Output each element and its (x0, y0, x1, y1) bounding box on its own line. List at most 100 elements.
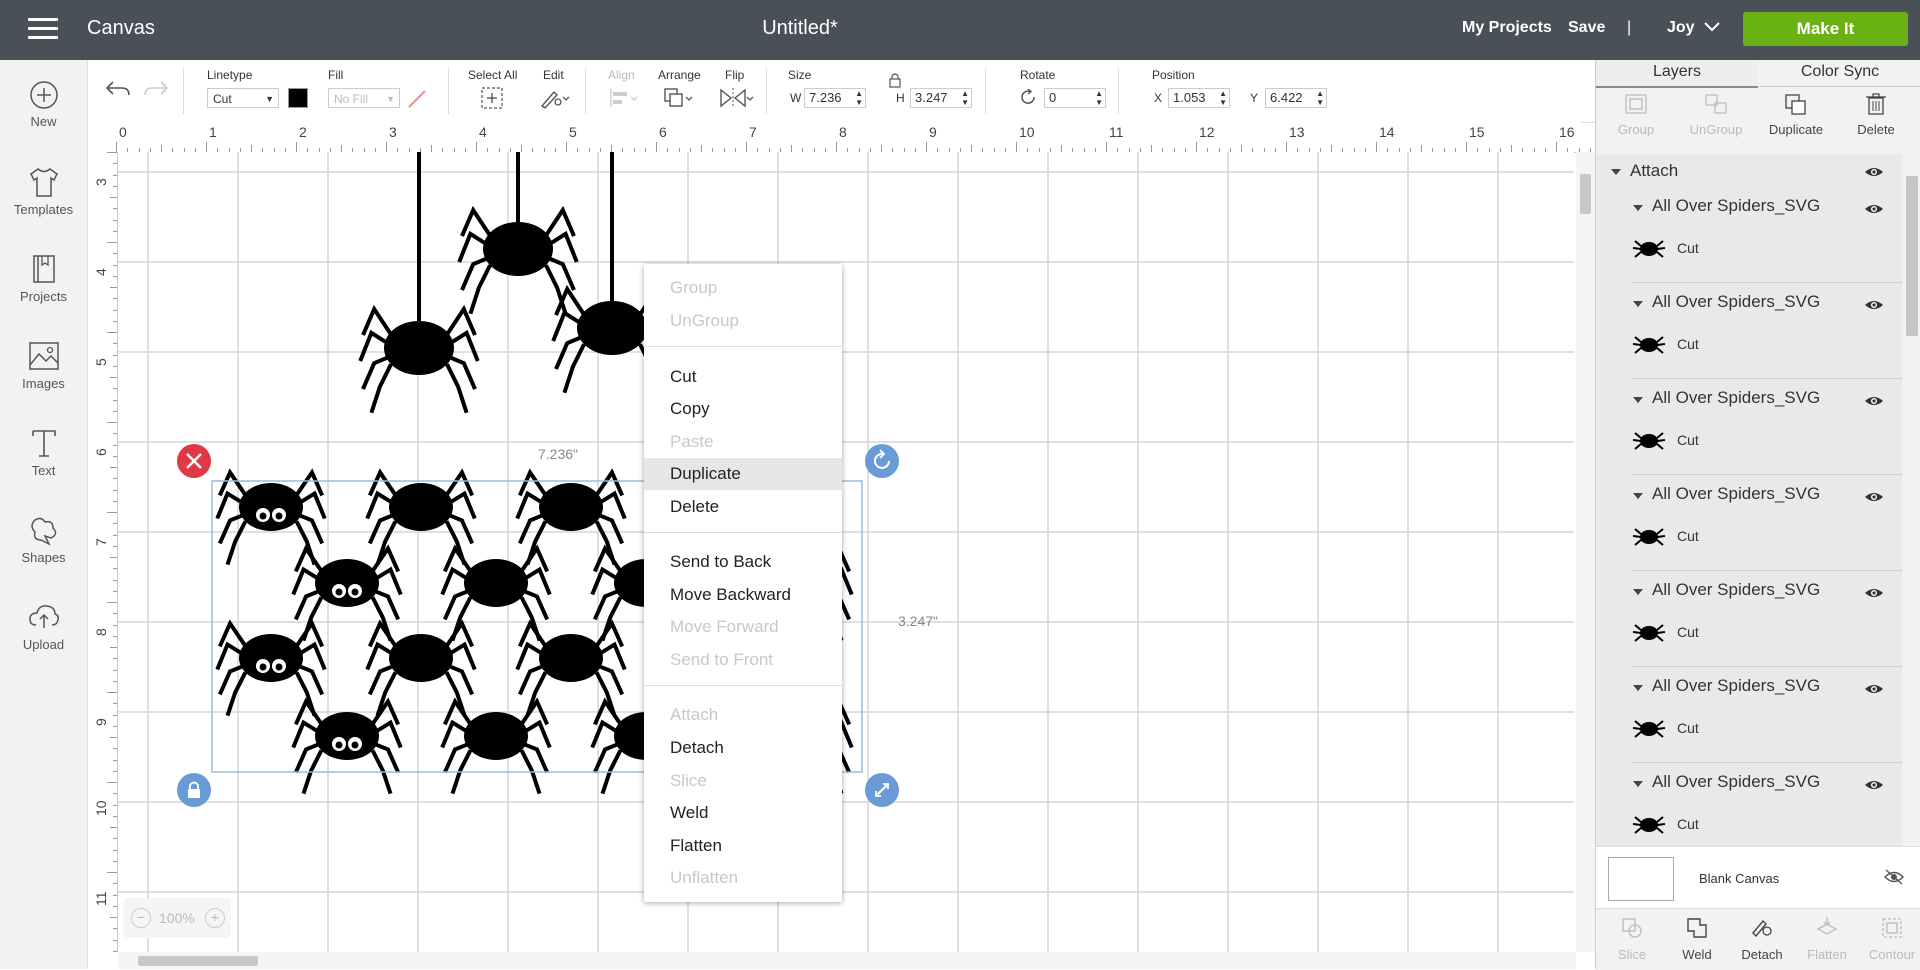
arrange-icon[interactable] (662, 86, 696, 110)
menu-item-send-to-back[interactable]: Send to Back (644, 546, 842, 578)
eye-icon[interactable] (1864, 394, 1884, 408)
eye-icon[interactable] (1864, 682, 1884, 696)
eye-icon[interactable] (1864, 298, 1884, 312)
redo-icon[interactable] (142, 78, 170, 100)
rail-projects[interactable]: Projects (0, 253, 87, 304)
layer-sub-row[interactable]: Cut (1632, 518, 1902, 571)
collapse-triangle-icon[interactable] (1632, 587, 1644, 597)
bottom-action-detach[interactable]: Detach (1731, 915, 1793, 962)
rail-images[interactable]: Images (0, 340, 87, 391)
make-it-button[interactable]: Make It (1743, 12, 1908, 46)
panel-duplicate-button[interactable]: Duplicate (1756, 92, 1836, 137)
y-input[interactable]: 6.422 ▲ ▼ (1265, 88, 1327, 108)
menu-item-delete[interactable]: Delete (644, 491, 842, 523)
scroll-thumb[interactable] (1906, 176, 1918, 336)
x-input[interactable]: 1.053 ▲ ▼ (1168, 88, 1230, 108)
zoom-in-button[interactable]: + (205, 908, 225, 928)
rotate-handle-icon[interactable] (865, 444, 899, 478)
scroll-thumb[interactable] (138, 956, 258, 966)
fill-select[interactable]: No Fill ▼ (328, 88, 400, 108)
spinner-icon[interactable]: ▲ ▼ (1095, 89, 1103, 107)
linetype-color-swatch[interactable] (288, 88, 308, 108)
canvas-drawing[interactable]: 7.236" 3.247" (118, 152, 1574, 952)
layer-item[interactable]: All Over Spiders_SVG Cut (1596, 670, 1902, 766)
panel-delete-button[interactable]: Delete (1836, 92, 1916, 137)
menu-item-duplicate[interactable]: Duplicate (644, 458, 842, 490)
layer-sub-row[interactable]: Cut (1632, 230, 1902, 283)
tab-layers[interactable]: Layers (1596, 60, 1758, 88)
edit-tools-icon[interactable] (538, 86, 570, 110)
tab-color-sync[interactable]: Color Sync (1759, 60, 1920, 87)
canvas-vertical-scrollbar[interactable] (1576, 152, 1595, 952)
collapse-triangle-icon[interactable] (1632, 299, 1644, 309)
scroll-thumb[interactable] (1580, 174, 1591, 214)
height-input[interactable]: 3.247 ▲ ▼ (910, 88, 972, 108)
layer-sub-row[interactable]: Cut (1632, 710, 1902, 763)
eye-icon[interactable] (1864, 778, 1884, 792)
panel-group-button[interactable]: Group (1596, 92, 1676, 137)
layers-scrollbar[interactable] (1902, 154, 1920, 846)
select-all-icon[interactable] (480, 86, 504, 110)
panel-ungroup-button[interactable]: UnGroup (1676, 92, 1756, 137)
chevron-down-icon[interactable] (1703, 20, 1721, 34)
layer-sub-row[interactable]: Cut (1632, 422, 1902, 475)
eye-icon[interactable] (1864, 586, 1884, 600)
layer-item[interactable]: All Over Spiders_SVG Cut (1596, 382, 1902, 478)
rail-templates[interactable]: Templates (0, 166, 87, 217)
layer-item[interactable]: All Over Spiders_SVG Cut (1596, 190, 1902, 286)
my-projects-link[interactable]: My Projects (1462, 19, 1552, 37)
rotate-input[interactable]: 0 ▲ ▼ (1044, 88, 1106, 108)
spinner-icon[interactable]: ▲ ▼ (961, 89, 969, 107)
eye-icon[interactable] (1864, 165, 1884, 179)
zoom-out-button[interactable]: − (131, 908, 151, 928)
bottom-action-weld[interactable]: Weld (1666, 915, 1728, 962)
rail-upload[interactable]: Upload (0, 601, 87, 652)
layer-sub-row[interactable]: Cut (1632, 806, 1902, 846)
layer-item[interactable]: All Over Spiders_SVG Cut (1596, 478, 1902, 574)
user-name[interactable]: Joy (1667, 19, 1695, 37)
rail-shapes[interactable]: Shapes (0, 514, 87, 565)
menu-item-move-backward[interactable]: Move Backward (644, 579, 842, 611)
canvas-horizontal-scrollbar[interactable] (118, 952, 1576, 969)
undo-icon[interactable] (104, 78, 132, 100)
collapse-triangle-icon[interactable] (1632, 779, 1644, 789)
layer-item[interactable]: All Over Spiders_SVG Cut (1596, 286, 1902, 382)
blank-canvas-row[interactable]: Blank Canvas (1596, 846, 1920, 909)
linetype-select[interactable]: Cut ▼ (207, 88, 279, 108)
layer-item[interactable]: All Over Spiders_SVG Cut (1596, 574, 1902, 670)
attach-group-row[interactable]: Attach (1596, 154, 1902, 190)
layer-sub-row[interactable]: Cut (1632, 326, 1902, 379)
collapse-triangle-icon[interactable] (1632, 683, 1644, 693)
rail-text[interactable]: Text (0, 427, 87, 478)
collapse-triangle-icon[interactable] (1632, 395, 1644, 405)
save-button[interactable]: Save (1568, 19, 1605, 37)
layer-sub-row[interactable]: Cut (1632, 614, 1902, 667)
bottom-action-flatten[interactable]: Flatten (1796, 915, 1858, 962)
menu-item-weld[interactable]: Weld (644, 797, 842, 829)
menu-item-flatten[interactable]: Flatten (644, 830, 842, 862)
eye-icon[interactable] (1864, 202, 1884, 216)
design-canvas[interactable]: 7.236" 3.247" (118, 152, 1574, 952)
bottom-action-contour[interactable]: Contour (1861, 915, 1920, 962)
collapse-triangle-icon[interactable] (1632, 491, 1644, 501)
spinner-icon[interactable]: ▲ ▼ (1219, 89, 1227, 107)
collapse-triangle-icon[interactable] (1610, 167, 1622, 177)
collapse-triangle-icon[interactable] (1632, 203, 1644, 213)
flip-icon[interactable] (718, 86, 754, 110)
blank-canvas-swatch[interactable] (1608, 857, 1674, 901)
layer-item[interactable]: All Over Spiders_SVG Cut (1596, 766, 1902, 846)
delete-handle-icon[interactable] (177, 444, 211, 478)
menu-item-copy[interactable]: Copy (644, 393, 842, 425)
resize-handle-icon[interactable] (865, 773, 899, 807)
lock-handle-icon[interactable] (177, 773, 211, 807)
eye-hidden-icon[interactable] (1883, 869, 1905, 885)
spinner-icon[interactable]: ▲ ▼ (855, 89, 863, 107)
eye-icon[interactable] (1864, 490, 1884, 504)
lock-icon[interactable] (888, 72, 902, 88)
width-input[interactable]: 7.236 ▲ ▼ (804, 88, 866, 108)
menu-item-detach[interactable]: Detach (644, 732, 842, 764)
align-icon[interactable] (608, 86, 640, 110)
bottom-action-slice[interactable]: Slice (1601, 915, 1663, 962)
rail-new[interactable]: New (0, 80, 87, 129)
menu-item-cut[interactable]: Cut (644, 361, 842, 393)
